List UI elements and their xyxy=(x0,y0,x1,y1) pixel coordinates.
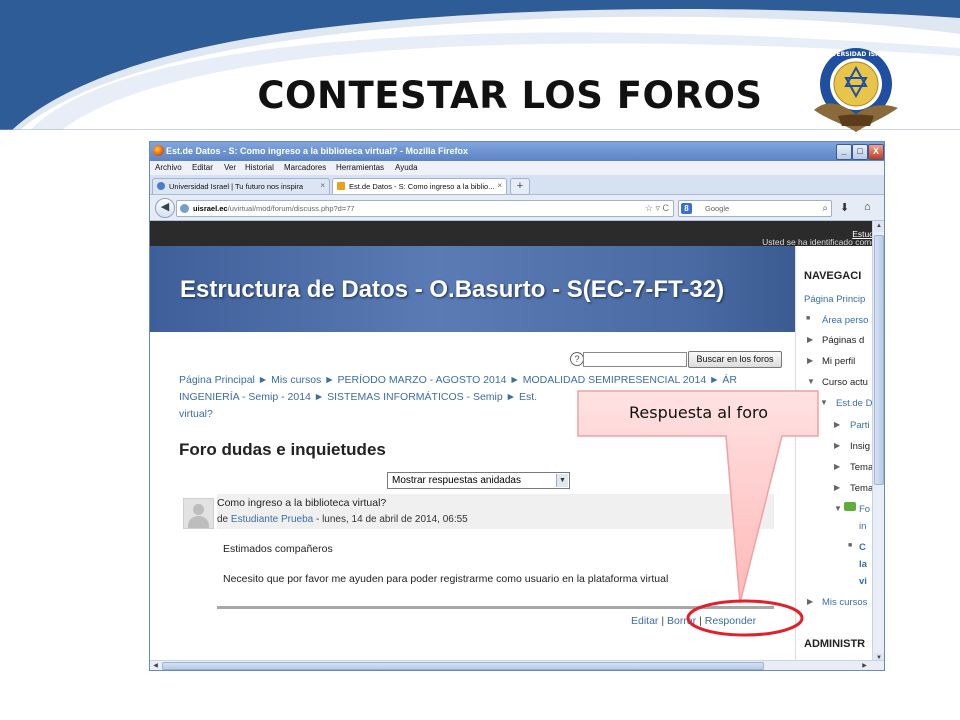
menu-archivo[interactable]: Archivo xyxy=(155,163,182,172)
sidebar-item-topic[interactable]: Tema xyxy=(850,483,872,494)
scroll-right-icon[interactable]: ▶ xyxy=(859,661,870,670)
post-commands: Editar | Borrar | Responder xyxy=(631,615,757,627)
download-icon[interactable]: ⬇ xyxy=(840,201,849,214)
sidebar-item-discussion[interactable]: la xyxy=(859,559,867,570)
site-identity-icon xyxy=(180,204,189,213)
url-text: uisrael.ec/uvirtual/mod/forum/discuss.ph… xyxy=(193,204,355,213)
menu-editar[interactable]: Editar xyxy=(192,163,213,172)
window-title: Est.de Datos - S: Como ingreso a la bibl… xyxy=(166,146,469,156)
window-titlebar: Est.de Datos - S: Como ingreso a la bibl… xyxy=(150,142,884,161)
sidebar-item-home[interactable]: Página Princip xyxy=(804,294,865,305)
scroll-left-icon[interactable]: ◀ xyxy=(150,661,161,670)
sidebar-item-course[interactable]: Est.de D xyxy=(836,398,872,409)
search-icon[interactable]: ⌕ xyxy=(822,201,828,216)
tab-label: Est.de Datos - S: Como ingreso a la bibl… xyxy=(349,182,495,191)
edit-link[interactable]: Editar xyxy=(631,615,658,627)
avatar[interactable] xyxy=(183,498,214,529)
sidebar-item-profile[interactable]: Mi perfil xyxy=(822,356,855,367)
delete-link[interactable]: Borrar xyxy=(667,615,696,627)
callout-label: Respuesta al foro xyxy=(629,403,768,422)
svg-text:UNIVERSIDAD ISRAEL: UNIVERSIDAD ISRAEL xyxy=(820,51,893,58)
globe-icon xyxy=(157,182,165,190)
post-byline: de Estudiante Prueba - lunes, 14 de abri… xyxy=(217,514,468,525)
sidebar-item-badges[interactable]: Insig xyxy=(850,441,870,452)
menu-historial[interactable]: Historial xyxy=(245,163,274,172)
menu-bar: Archivo Editar Ver Historial Marcadores … xyxy=(150,161,884,175)
sidebar-item-pages[interactable]: Páginas d xyxy=(822,335,864,346)
scroll-up-icon[interactable]: ▲ xyxy=(874,221,884,232)
moodle-icon xyxy=(337,182,345,190)
sidebar-item-forum[interactable]: in xyxy=(859,521,866,532)
menu-marcadores[interactable]: Marcadores xyxy=(284,163,326,172)
breadcrumb[interactable]: virtual? xyxy=(179,408,213,420)
display-mode-select[interactable]: Mostrar respuestas anidadas ▼ xyxy=(387,472,570,489)
post-divider xyxy=(217,606,774,609)
search-placeholder: Google xyxy=(705,204,730,213)
post-body: Necesito que por favor me ayuden para po… xyxy=(223,573,669,585)
post-body: Estimados compañeros xyxy=(223,543,333,555)
login-info: Usted se ha identificado como Estud xyxy=(762,229,872,247)
tab-label: Universidad Israel | Tu futuro nos inspi… xyxy=(169,182,304,191)
sidebar-item-current-course[interactable]: Curso actu xyxy=(822,377,868,388)
address-bar[interactable]: uisrael.ec/uvirtual/mod/forum/discuss.ph… xyxy=(176,200,674,217)
search-box[interactable]: 8 Google ⌕ xyxy=(678,200,832,217)
close-tab-icon[interactable]: × xyxy=(497,181,502,190)
chevron-down-icon: ▼ xyxy=(556,474,568,487)
display-mode-value: Mostrar respuestas anidadas xyxy=(392,475,521,486)
back-button[interactable]: ◀ xyxy=(155,198,175,218)
sidebar-item-discussion[interactable]: vi xyxy=(859,576,867,587)
maximize-button[interactable]: □ xyxy=(852,144,868,160)
horizontal-scrollbar[interactable]: ◀ ▶ xyxy=(150,660,884,670)
forum-search-input[interactable] xyxy=(583,352,687,367)
administration-heading: ADMINISTR xyxy=(804,638,866,650)
navigation-block: NAVEGACI Página Princip ■ Área perso ▶ P… xyxy=(795,246,872,664)
vertical-scrollbar[interactable]: ▲ ▼ xyxy=(872,221,884,664)
menu-ayuda[interactable]: Ayuda xyxy=(395,163,418,172)
new-tab-button[interactable]: + xyxy=(510,178,530,195)
tab-est-de-datos[interactable]: Est.de Datos - S: Como ingreso a la bibl… xyxy=(332,178,507,194)
scroll-thumb[interactable] xyxy=(162,662,764,670)
sidebar-item-area[interactable]: Área perso xyxy=(822,315,868,326)
navigation-toolbar: ◀ uisrael.ec/uvirtual/mod/forum/discuss.… xyxy=(150,195,884,221)
bookmark-star-icon[interactable]: ☆ ▿ C xyxy=(645,201,669,216)
close-tab-icon[interactable]: × xyxy=(320,181,325,190)
login-info-bar: Usted se ha identificado como Estud xyxy=(150,221,872,247)
forum-icon xyxy=(844,502,856,511)
university-logo: UNIVERSIDAD ISRAEL xyxy=(814,48,898,132)
page-content: Usted se ha identificado como Estud Estr… xyxy=(150,221,872,664)
menu-herramientas[interactable]: Herramientas xyxy=(336,163,384,172)
tab-bar: Universidad Israel | Tu futuro nos inspi… xyxy=(150,175,884,195)
sidebar-item-forum[interactable]: Fo xyxy=(859,504,870,515)
reply-link[interactable]: Responder xyxy=(705,615,756,627)
menu-ver[interactable]: Ver xyxy=(224,163,236,172)
forum-heading: Foro dudas e inquietudes xyxy=(179,440,386,459)
close-window-button[interactable]: X xyxy=(868,144,884,160)
tab-universidad-israel[interactable]: Universidad Israel | Tu futuro nos inspi… xyxy=(152,178,330,194)
course-banner: Estructura de Datos - O.Basurto - S(EC-7… xyxy=(150,246,872,332)
sidebar-item-participants[interactable]: Parti xyxy=(850,420,870,431)
sidebar-item-my-courses[interactable]: Mis cursos xyxy=(822,597,867,608)
scroll-thumb[interactable] xyxy=(874,235,884,485)
sidebar-item-discussion[interactable]: C xyxy=(859,542,866,553)
minimize-button[interactable]: _ xyxy=(836,144,852,160)
google-icon: 8 xyxy=(681,203,692,214)
breadcrumb[interactable]: Página Principal ► Mis cursos ► PERÍODO … xyxy=(179,374,737,386)
breadcrumb[interactable]: INGENIERÍA - Semip - 2014 ► SISTEMAS INF… xyxy=(179,391,537,403)
post-subject: Como ingreso a la biblioteca virtual? xyxy=(217,497,387,509)
sidebar-item-topic[interactable]: Tema xyxy=(850,462,872,473)
navigation-heading: NAVEGACI xyxy=(804,270,862,282)
search-forums-button[interactable]: Buscar en los foros xyxy=(688,351,782,368)
help-icon[interactable]: ? xyxy=(570,352,584,366)
course-title: Estructura de Datos - O.Basurto - S(EC-7… xyxy=(180,276,725,303)
home-icon[interactable]: ⌂ xyxy=(864,201,871,213)
firefox-icon xyxy=(153,145,164,156)
author-link[interactable]: Estudiante Prueba xyxy=(231,514,313,525)
